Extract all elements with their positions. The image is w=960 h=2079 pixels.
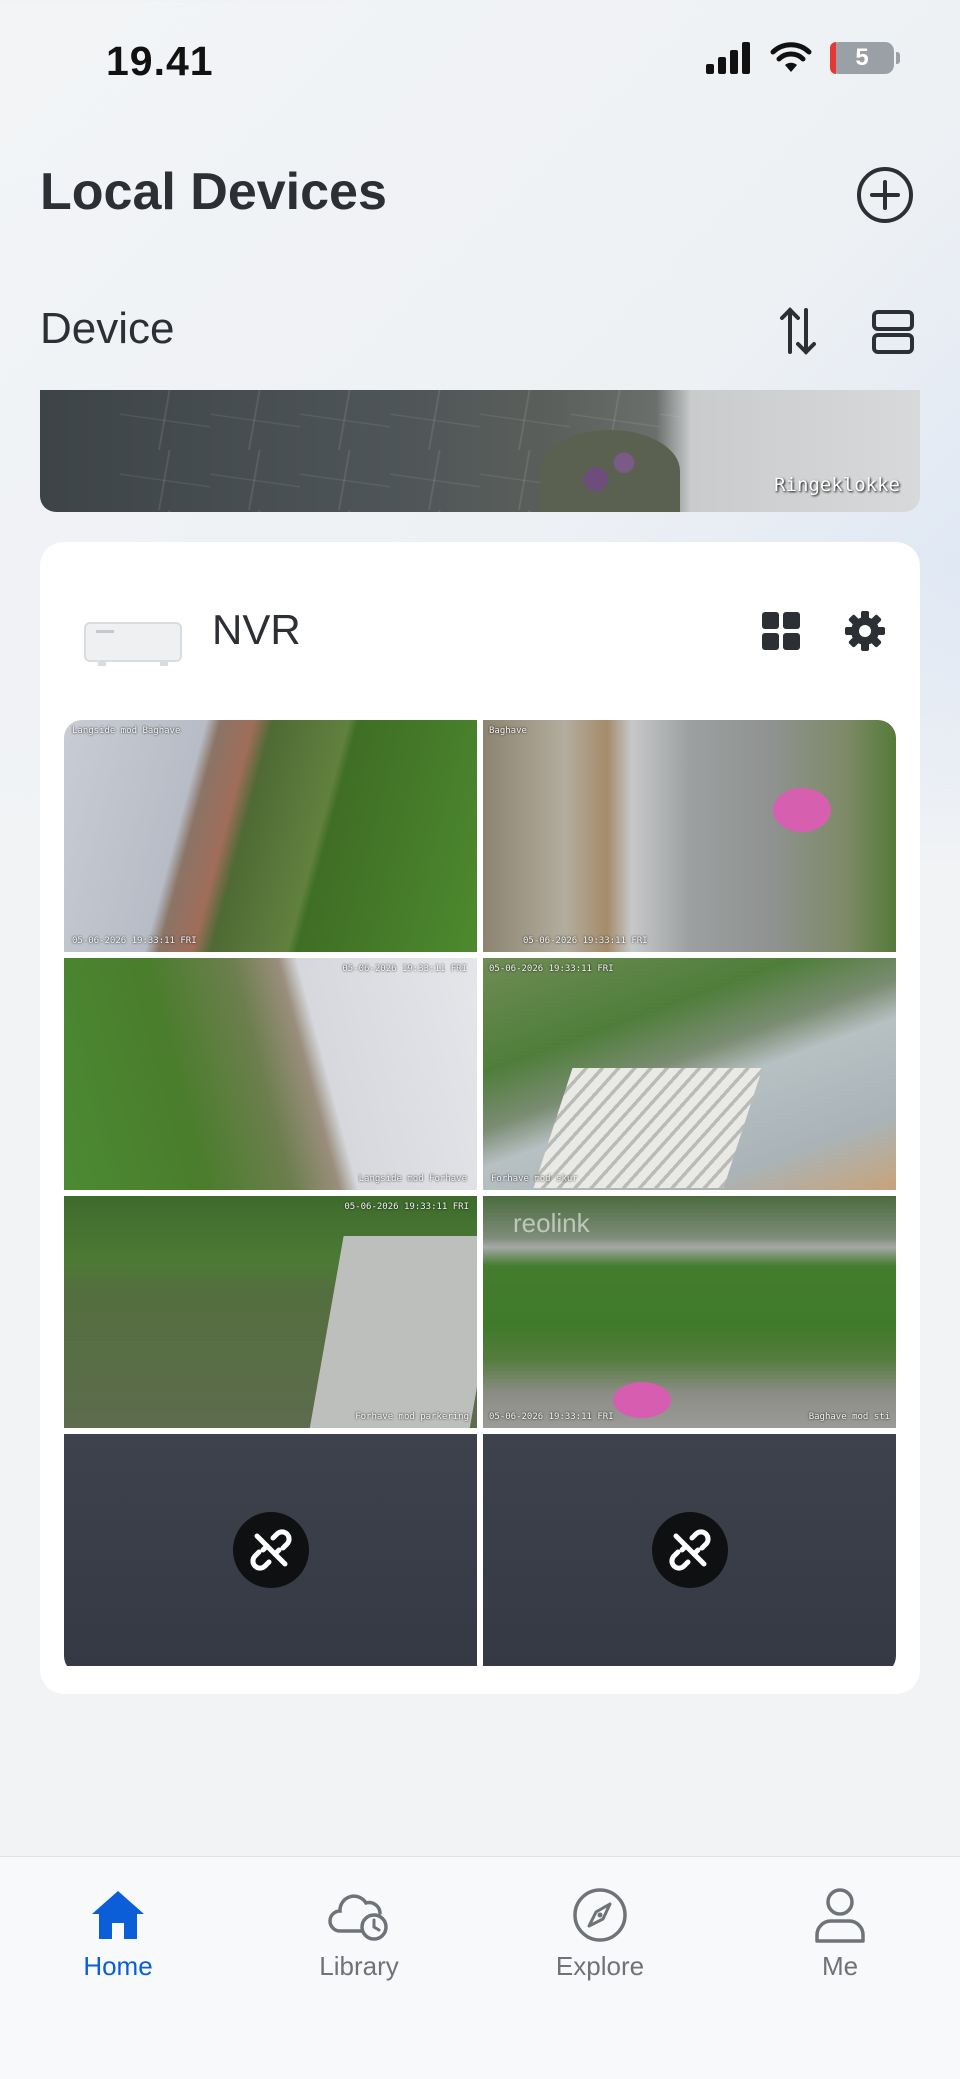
section-title: Device	[40, 304, 175, 353]
camera-tile[interactable]: Langside mod Baghave 05-06-2026 19:33:11…	[64, 720, 477, 952]
bottom-tab-bar: Home Library Explore Me	[0, 1856, 960, 2079]
sort-button[interactable]	[778, 306, 818, 356]
page-title: Local Devices	[40, 163, 387, 221]
tab-explore[interactable]: Explore	[530, 1887, 670, 1982]
camera-label: Forhave mod skur	[491, 1174, 578, 1184]
wifi-icon	[770, 42, 812, 72]
battery-indicator: 5	[830, 42, 900, 74]
cloud-clock-icon	[328, 1894, 388, 1941]
camera-label: Forhave mod parkering	[355, 1412, 469, 1422]
camera-image-patio	[308, 1236, 477, 1428]
camera-tile-offline[interactable]	[483, 1434, 896, 1666]
camera-name-overlay: Ringeklokke	[774, 474, 900, 496]
camera-label: Baghave	[489, 726, 527, 736]
camera-tile-offline[interactable]	[64, 1434, 477, 1666]
tab-label: Home	[83, 1951, 153, 1981]
camera-timestamp: 05-06-2026 19:33:11 FRI	[489, 1412, 614, 1422]
grid-icon	[762, 612, 800, 650]
tab-me[interactable]: Me	[770, 1887, 910, 1982]
home-icon	[92, 1891, 144, 1939]
camera-image-pool	[613, 1382, 671, 1418]
tab-label: Library	[319, 1951, 399, 1981]
tab-home[interactable]: Home	[48, 1887, 188, 1982]
camera-tile[interactable]: 05-06-2026 19:33:11 FRI Langside mod For…	[64, 958, 477, 1190]
nvr-settings-button[interactable]	[844, 610, 886, 652]
camera-timestamp: 05-06-2026 19:33:11 FRI	[72, 936, 197, 946]
gear-icon	[845, 611, 885, 651]
grid-view-button[interactable]	[762, 612, 800, 650]
list-layout-icon	[872, 310, 914, 354]
doorbell-camera-preview[interactable]: Ringeklokke	[40, 390, 920, 512]
layout-toggle-button[interactable]	[872, 310, 914, 354]
camera-label: Langside mod Baghave	[72, 726, 181, 736]
nvr-device-icon	[84, 622, 182, 666]
camera-timestamp: 05-06-2026 19:33:11 FRI	[489, 964, 614, 974]
camera-tile[interactable]: Baghave 05-06-2026 19:33:11 FRI	[483, 720, 896, 952]
status-icons: 5	[706, 42, 900, 74]
camera-brand-watermark: reolink	[513, 1208, 590, 1238]
person-icon	[815, 1888, 865, 1943]
disconnected-link-icon	[232, 1512, 309, 1588]
camera-label: Langside mod Forhave	[358, 1174, 467, 1184]
camera-image-pool	[773, 788, 831, 832]
camera-image-plant	[540, 430, 680, 512]
camera-timestamp: 05-06-2026 19:33:11 FRI	[344, 1202, 469, 1212]
tab-label: Explore	[555, 1951, 645, 1981]
nvr-card: NVR Langside mod Baghave 05-06-2026 19:3…	[40, 542, 920, 1694]
tab-library[interactable]: Library	[289, 1887, 429, 1982]
tab-label: Me	[821, 1951, 859, 1981]
status-time: 19.41	[106, 38, 214, 84]
sort-icon	[780, 307, 816, 355]
nvr-name: NVR	[212, 606, 301, 653]
camera-label: Baghave mod sti	[808, 1412, 890, 1422]
add-device-button[interactable]	[856, 166, 914, 224]
camera-tile[interactable]: reolink 05-06-2026 19:33:11 FRI Baghave …	[483, 1196, 896, 1428]
camera-tile[interactable]: 05-06-2026 19:33:11 FRI Forhave mod park…	[64, 1196, 477, 1428]
camera-tile[interactable]: 05-06-2026 19:33:11 FRI Forhave mod skur	[483, 958, 896, 1190]
camera-timestamp: 05-06-2026 19:33:11 FRI	[342, 964, 467, 974]
camera-timestamp: 05-06-2026 19:33:11 FRI	[523, 936, 648, 946]
disconnected-link-icon	[651, 1512, 728, 1588]
cellular-signal-icon	[706, 42, 750, 74]
compass-icon	[573, 1888, 627, 1942]
battery-level: 5	[855, 44, 869, 71]
camera-image-steps	[533, 1068, 763, 1188]
camera-grid: Langside mod Baghave 05-06-2026 19:33:11…	[64, 720, 896, 1674]
